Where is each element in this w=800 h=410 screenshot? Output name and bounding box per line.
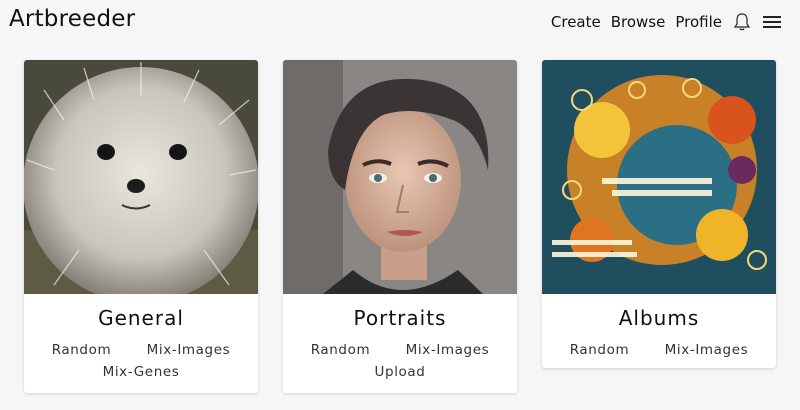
- card-albums[interactable]: Albums Random Mix-Images: [542, 60, 776, 368]
- top-bar: Artbreeder Create Browse Profile: [0, 0, 800, 44]
- logo[interactable]: Artbreeder: [9, 6, 135, 32]
- card-general[interactable]: General Random Mix-Images Mix-Genes: [24, 60, 258, 393]
- mix-images-link[interactable]: Mix-Images: [147, 342, 231, 358]
- mix-genes-link[interactable]: Mix-Genes: [34, 364, 248, 380]
- albums-thumbnail-image[interactable]: [542, 60, 776, 294]
- nav-create[interactable]: Create: [551, 13, 601, 31]
- card-portraits[interactable]: Portraits Random Mix-Images Upload: [283, 60, 517, 393]
- portraits-thumbnail-image[interactable]: [283, 60, 517, 294]
- card-title: Albums: [618, 306, 700, 330]
- random-link[interactable]: Random: [570, 342, 630, 358]
- mix-images-link[interactable]: Mix-Images: [406, 342, 490, 358]
- card-links: Random Mix-Images: [542, 334, 776, 364]
- random-link[interactable]: Random: [52, 342, 112, 358]
- nav-browse[interactable]: Browse: [611, 13, 666, 31]
- card-links: Random Mix-Images Mix-Genes: [24, 334, 258, 386]
- general-thumbnail-image[interactable]: [24, 60, 258, 294]
- bell-icon[interactable]: [732, 12, 752, 32]
- card-links: Random Mix-Images Upload: [283, 334, 517, 386]
- card-title: Portraits: [353, 306, 447, 330]
- card-title: General: [98, 306, 184, 330]
- nav-profile[interactable]: Profile: [675, 13, 722, 31]
- main-nav: Create Browse Profile: [551, 12, 782, 32]
- hamburger-menu-icon[interactable]: [762, 12, 782, 32]
- random-link[interactable]: Random: [311, 342, 371, 358]
- mix-images-link[interactable]: Mix-Images: [665, 342, 749, 358]
- upload-link[interactable]: Upload: [293, 364, 507, 380]
